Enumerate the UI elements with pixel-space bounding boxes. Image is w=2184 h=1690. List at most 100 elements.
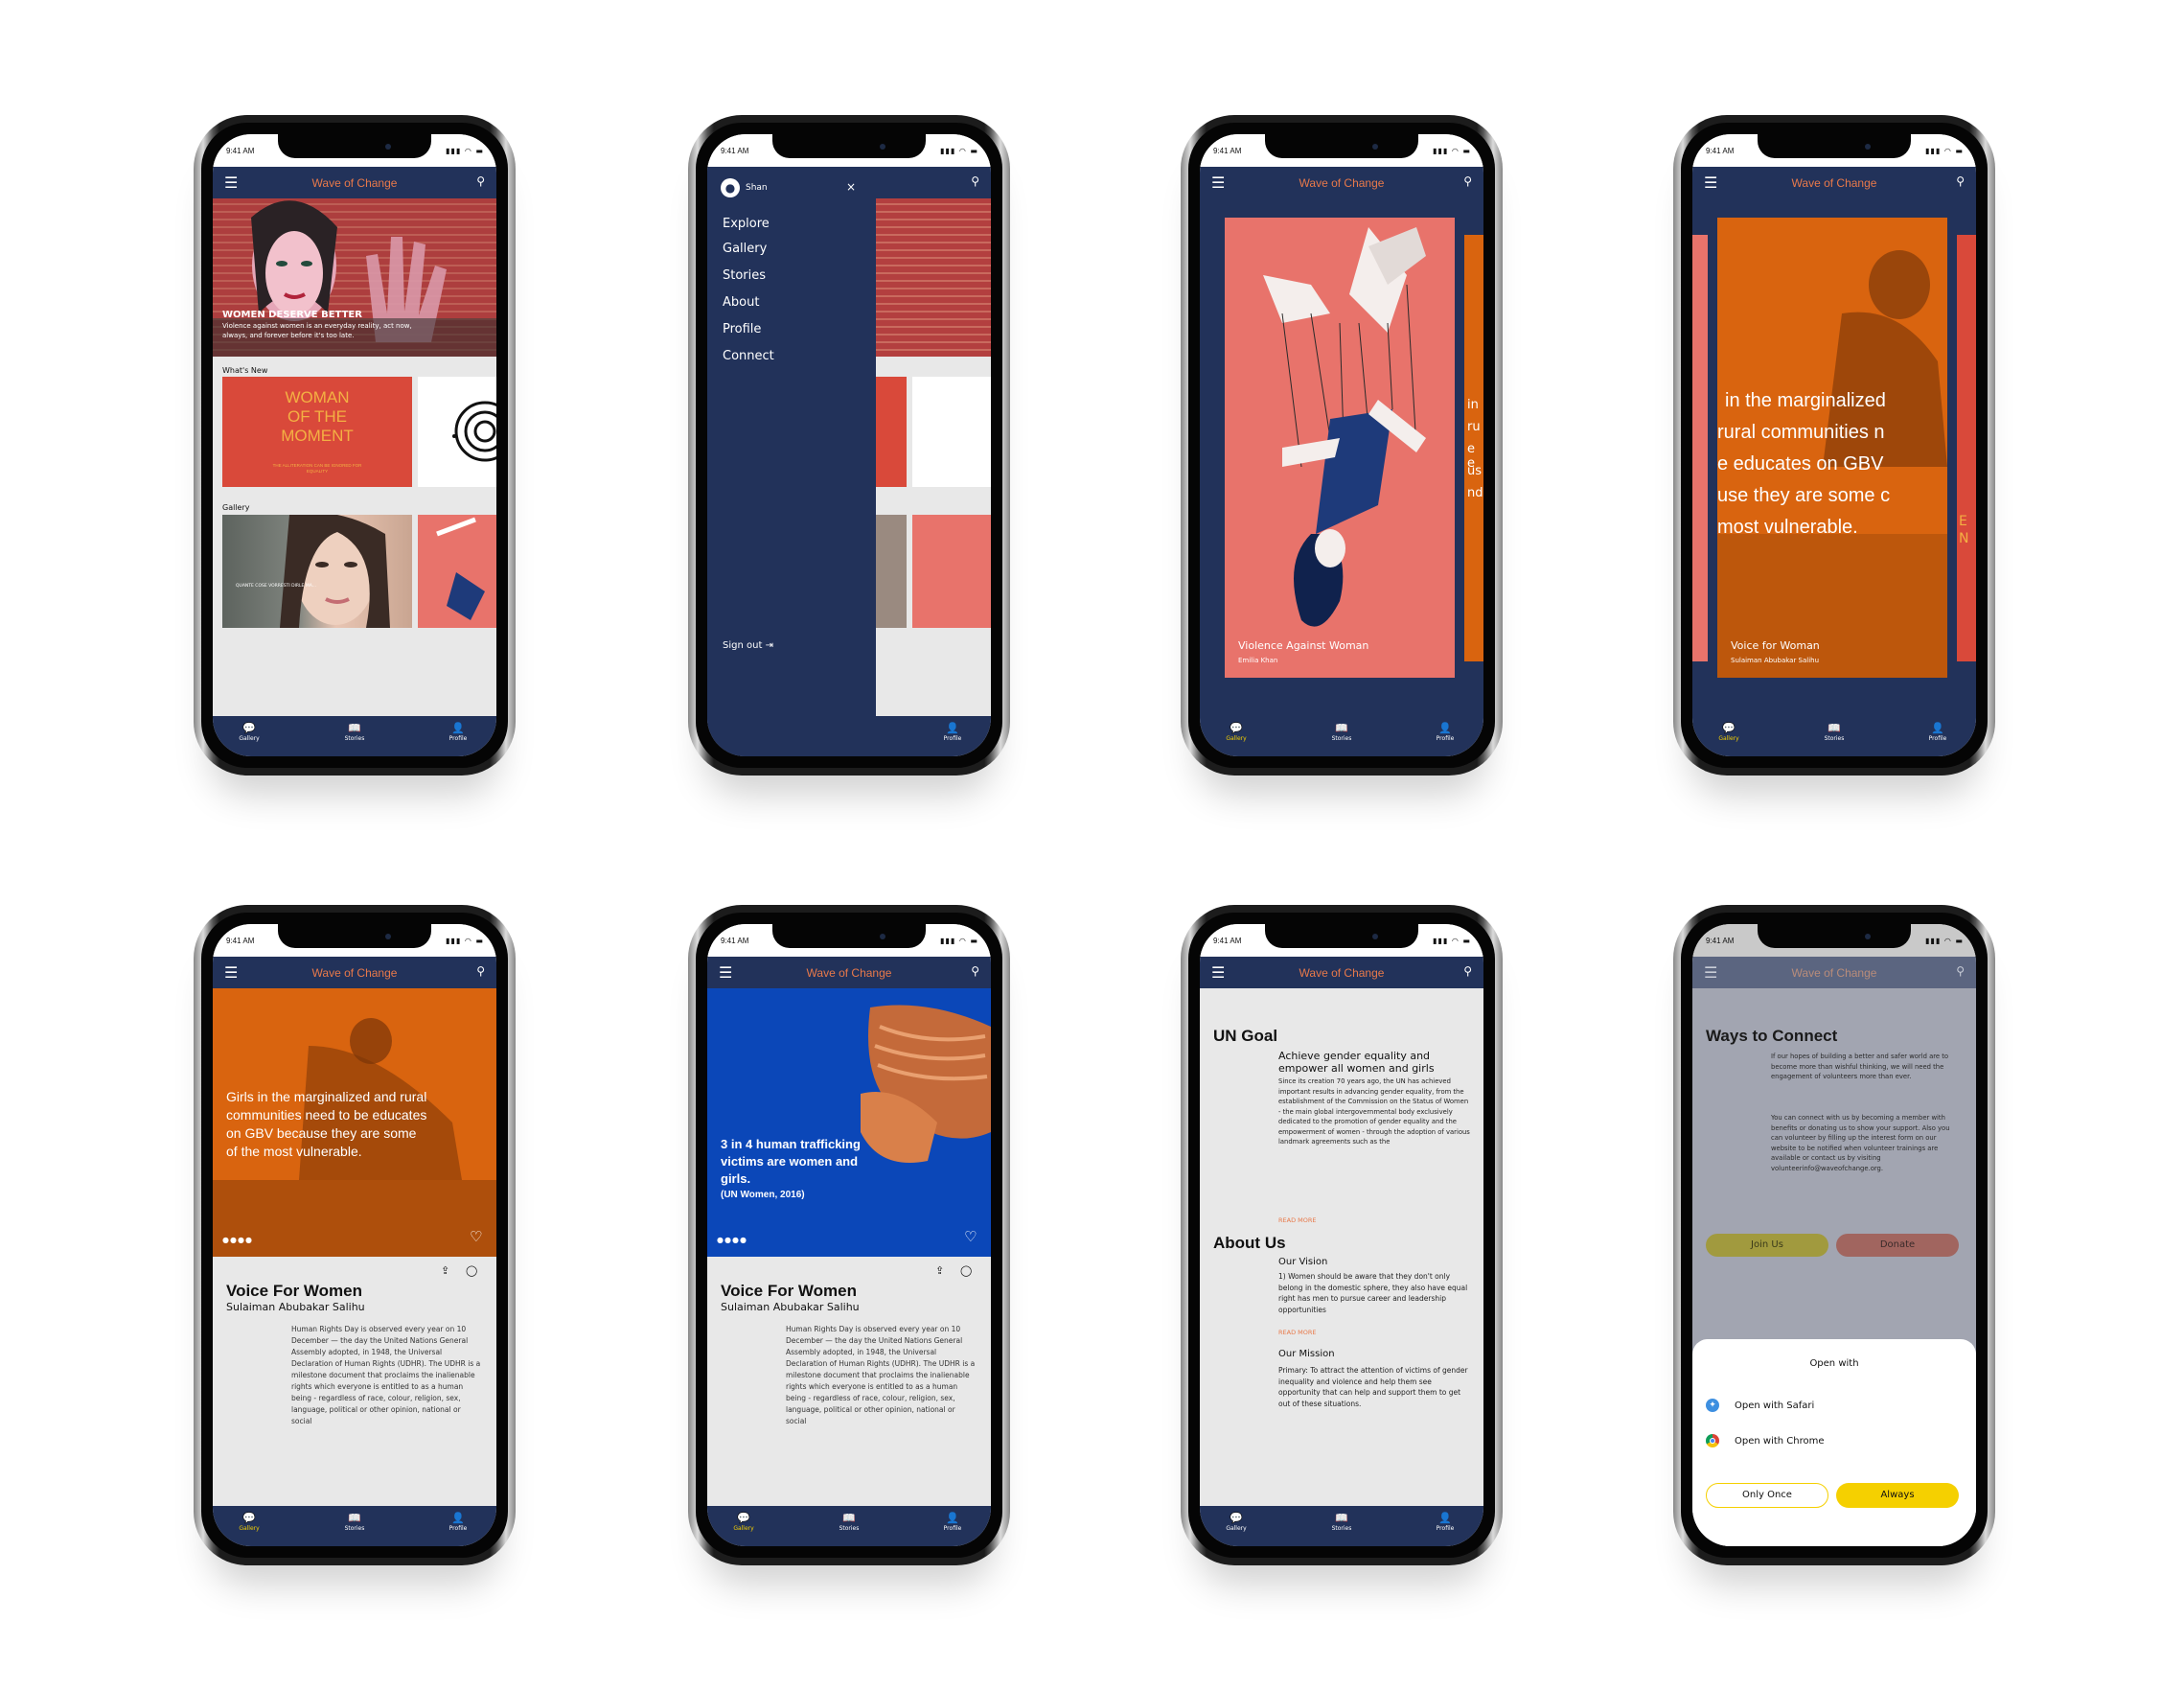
drawer-item-about[interactable]: About xyxy=(723,295,759,310)
tab-gallery[interactable]: 💬 Gallery xyxy=(220,1512,278,1532)
gallery-card-puppet[interactable]: Violence Against Woman Emilia Khan xyxy=(1225,218,1455,678)
tab-stories[interactable]: 📖 Stories xyxy=(1313,722,1370,742)
search-icon[interactable]: ⚲ xyxy=(1463,964,1472,978)
share-icon[interactable]: ⇪ xyxy=(441,1264,449,1277)
drawer-item-gallery[interactable]: Gallery xyxy=(723,242,767,256)
tab-stories[interactable]: 📖 Stories xyxy=(820,1512,878,1532)
only-once-button[interactable]: Only Once xyxy=(1706,1483,1828,1508)
tab-stories[interactable]: 📖 Stories xyxy=(326,722,383,742)
hero-banner[interactable]: WOMEN DESERVE BETTER Violence against wo… xyxy=(213,198,496,357)
drawer-item-profile[interactable]: Profile xyxy=(723,322,761,336)
notch xyxy=(278,134,431,158)
tab-stories[interactable]: 📖 Stories xyxy=(326,1512,383,1532)
tab-profile[interactable]: 👤 Profile xyxy=(1909,722,1966,742)
tab-gallery[interactable]: 💬 Gallery xyxy=(715,1512,772,1532)
gallery-portrait-card[interactable]: QUANTE COSE VORRESTI DIRLE MA... xyxy=(222,512,412,628)
story-hero: 3 in 4 human trafficking victims are wom… xyxy=(707,988,991,1257)
story-author: Sulaiman Abubakar Salihu xyxy=(226,1301,365,1313)
about-us-heading: About Us xyxy=(1213,1234,1286,1252)
share-icon[interactable]: ⇪ xyxy=(935,1264,944,1277)
gallery-puppet-card[interactable] xyxy=(418,515,496,628)
search-icon[interactable]: ⚲ xyxy=(971,174,979,188)
vision-read-more[interactable]: READ MORE xyxy=(1278,1329,1317,1336)
tab-profile[interactable]: 👤 Profile xyxy=(924,722,981,742)
search-icon[interactable]: ⚲ xyxy=(476,174,485,188)
drawer-item-explore[interactable]: Explore xyxy=(723,217,770,231)
notch xyxy=(772,924,926,948)
tab-profile[interactable]: 👤 Profile xyxy=(1416,722,1474,742)
chat-bubbles-icon: 💬 xyxy=(242,722,256,734)
hero-title: WOMEN DESERVE BETTER xyxy=(222,310,362,320)
tab-bar: 💬 Gallery 📖 Stories 👤 Profile xyxy=(1692,716,1976,756)
gallery-card-prev[interactable] xyxy=(1692,235,1708,661)
gallery-card-next[interactable]: E N xyxy=(1957,235,1976,661)
status-icons: ▮▮▮ ◠ ▬ xyxy=(1925,937,1964,945)
person-icon: 👤 xyxy=(946,722,959,734)
notch xyxy=(1758,134,1911,158)
tab-gallery[interactable]: 💬 Gallery xyxy=(1207,722,1265,742)
story-hero: Girls in the marginalized and rural comm… xyxy=(213,988,496,1257)
status-icons: ▮▮▮ ◠ ▬ xyxy=(1925,147,1964,155)
drawer-item-connect[interactable]: Connect xyxy=(723,349,774,363)
search-icon[interactable]: ⚲ xyxy=(1956,964,1965,978)
tab-gallery[interactable]: 💬 Gallery xyxy=(1207,1512,1265,1532)
tab-profile[interactable]: 👤 Profile xyxy=(429,722,487,742)
woman-of-moment-card[interactable]: WOMAN OF THE MOMENT THE ALLITERATION CAN… xyxy=(222,377,412,487)
tab-profile[interactable]: 👤 Profile xyxy=(924,1512,981,1532)
app-bar: ☰ Wave of Change ⚲ xyxy=(1692,957,1976,988)
story-content: Girls in the marginalized and rural comm… xyxy=(213,988,496,1506)
tab-gallery[interactable]: 💬 Gallery xyxy=(1700,722,1758,742)
person-icon: 👤 xyxy=(1438,1512,1452,1524)
sign-out-button[interactable]: Sign out ⇥ xyxy=(723,640,773,651)
peek-line-4: us xyxy=(1467,464,1483,478)
person-icon: 👤 xyxy=(946,1512,959,1524)
book-icon: 📖 xyxy=(1335,722,1348,734)
carousel-dots[interactable]: ●●●● xyxy=(717,1236,747,1244)
tab-profile[interactable]: 👤 Profile xyxy=(429,1512,487,1532)
app-title: Wave of Change xyxy=(1299,966,1385,980)
our-vision-heading: Our Vision xyxy=(1278,1257,1328,1267)
story-content: 3 in 4 human trafficking victims are wom… xyxy=(707,988,991,1506)
heart-icon[interactable]: ♡ xyxy=(470,1228,482,1245)
story-author: Sulaiman Abubakar Salihu xyxy=(721,1301,860,1313)
chat-bubbles-icon: 💬 xyxy=(737,1512,750,1524)
search-icon[interactable]: ⚲ xyxy=(1956,174,1965,188)
heart-icon[interactable]: ♡ xyxy=(964,1228,977,1245)
connect-heading: Ways to Connect xyxy=(1706,1027,1838,1045)
tab-stories[interactable]: 📖 Stories xyxy=(1805,722,1863,742)
tab-label: Profile xyxy=(1436,1525,1455,1532)
person-icon: 👤 xyxy=(1438,722,1452,734)
always-button[interactable]: Always xyxy=(1836,1483,1959,1508)
app-title: Wave of Change xyxy=(311,176,398,190)
un-goal-read-more[interactable]: READ MORE xyxy=(1278,1216,1317,1224)
chat-bubbles-icon: 💬 xyxy=(242,1512,256,1524)
notch xyxy=(1758,924,1911,948)
search-icon[interactable]: ⚲ xyxy=(1463,174,1472,188)
card-line-2: rural communities n xyxy=(1717,422,1885,443)
join-us-button[interactable]: Join Us xyxy=(1706,1234,1828,1257)
comment-icon[interactable]: ◯ xyxy=(466,1264,477,1277)
maze-card[interactable] xyxy=(418,377,496,487)
gallery-card-voice[interactable]: in the marginalized rural communities n … xyxy=(1717,218,1947,678)
donate-button[interactable]: Donate xyxy=(1836,1234,1959,1257)
carousel-dots[interactable]: ●●●● xyxy=(222,1236,253,1244)
hero-text: Violence against women is an everyday re… xyxy=(222,322,412,339)
open-safari-option[interactable]: ✦ Open with Safari xyxy=(1706,1399,1955,1414)
gallery-card-title: Violence Against Woman xyxy=(1238,639,1369,652)
peek-line-2: ru xyxy=(1467,420,1481,434)
avatar-icon[interactable]: ● xyxy=(721,178,740,197)
search-icon[interactable]: ⚲ xyxy=(476,964,485,978)
gallery-card-next[interactable]: in ru e e us nd xyxy=(1464,235,1483,661)
search-icon[interactable]: ⚲ xyxy=(971,964,979,978)
tab-profile[interactable]: 👤 Profile xyxy=(1416,1512,1474,1532)
open-chrome-option[interactable]: Open with Chrome xyxy=(1706,1434,1955,1449)
drawer-item-stories[interactable]: Stories xyxy=(723,268,766,283)
phone-story-orange: 9:41 AM ▮▮▮ ◠ ▬ ☰ Wave of Change ⚲ Girls … xyxy=(194,905,516,1565)
person-icon: 👤 xyxy=(451,722,465,734)
close-icon[interactable]: × xyxy=(846,180,856,194)
comment-icon[interactable]: ◯ xyxy=(960,1264,972,1277)
tab-label: Gallery xyxy=(1718,735,1739,742)
story-hero-source: (UN Women, 2016) xyxy=(721,1190,805,1200)
tab-stories[interactable]: 📖 Stories xyxy=(1313,1512,1370,1532)
tab-gallery[interactable]: 💬 Gallery xyxy=(220,722,278,742)
